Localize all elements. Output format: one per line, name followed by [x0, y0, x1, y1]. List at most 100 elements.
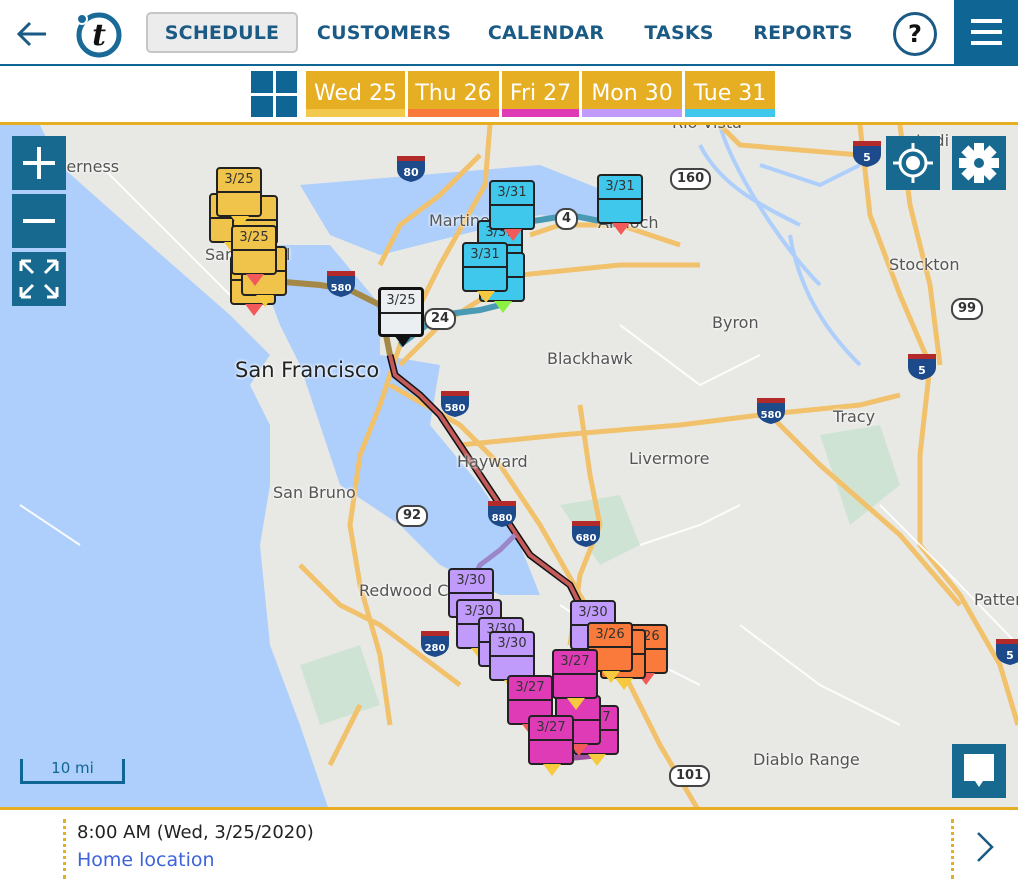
route-map[interactable]: Inverness San Rafael Martinez Antioch Ri… [0, 122, 1018, 810]
place-label: Hayward [457, 452, 528, 471]
day-selector-bar: Wed 25 Thu 26 Fri 27 Mon 30 Tue 31 [0, 66, 1018, 122]
day-tab-mon-30[interactable]: Mon 30 [582, 71, 682, 117]
day-color-bar [685, 109, 775, 117]
svg-text:5: 5 [863, 151, 871, 164]
day-tab-tue-31[interactable]: Tue 31 [685, 71, 775, 117]
place-label: Diablo Range [753, 750, 860, 769]
crosshair-icon [893, 143, 933, 183]
pin-date: 3/31 [599, 176, 641, 200]
tab-customers[interactable]: CUSTOMERS [317, 12, 451, 53]
tab-reports[interactable]: REPORTS [752, 12, 854, 53]
pin-date: 3/27 [530, 717, 572, 741]
day-color-bar [582, 109, 682, 117]
interstate-shield-icon: 280 [421, 631, 449, 657]
help-icon: ? [908, 20, 922, 48]
top-navigation-bar: t SCHEDULE CUSTOMERS CALENDAR TASKS REPO… [0, 0, 1018, 66]
pin-pointer [588, 754, 606, 766]
timeline-divider [63, 819, 66, 879]
pin-pointer [612, 223, 630, 235]
speech-bubble-icon [964, 754, 994, 787]
fit-to-view-button[interactable] [12, 252, 66, 306]
svg-text:5: 5 [918, 364, 926, 377]
place-label: Tracy [833, 407, 876, 426]
pin-pointer [477, 291, 495, 303]
all-days-grid-button[interactable] [251, 71, 297, 117]
grid-icon-cell [275, 71, 297, 93]
interstate-shield-icon: 5 [908, 354, 936, 380]
stop-location-link[interactable]: Home location [77, 849, 215, 871]
place-label: Rio Vista [672, 122, 742, 132]
route-shield: 99 [951, 298, 984, 320]
interstate-shield-icon: 680 [572, 521, 600, 547]
pin-date: 3/31 [464, 244, 506, 268]
interstate-shield-icon: 580 [327, 271, 355, 297]
plus-icon [23, 147, 55, 179]
pin-date: 3/30 [450, 570, 492, 594]
tab-calendar[interactable]: CALENDAR [485, 12, 607, 53]
interstate-shield-icon: 580 [441, 391, 469, 417]
svg-text:680: 680 [576, 533, 597, 544]
day-color-bar [306, 109, 405, 117]
interstate-shield-icon: 5 [853, 141, 881, 167]
tab-tasks[interactable]: TASKS [640, 12, 718, 53]
day-tab-wed-25[interactable]: Wed 25 [306, 71, 405, 117]
timeline-divider [951, 819, 954, 879]
interstate-shield-icon: 80 [397, 156, 425, 182]
appointment-pin[interactable]: 3/31 [489, 180, 535, 241]
appointment-pin[interactable]: 3/31 [462, 242, 508, 303]
svg-text:280: 280 [425, 643, 446, 654]
minus-icon [23, 219, 55, 223]
route-shield: 4 [555, 208, 579, 230]
place-label: Stockton [889, 255, 960, 274]
place-label: Livermore [629, 449, 710, 468]
day-color-bar [408, 109, 499, 117]
appointment-pin[interactable]: 3/25 [216, 167, 262, 228]
callout-toggle-button[interactable] [952, 744, 1006, 798]
pin-date: 3/25 [381, 290, 421, 314]
back-arrow-icon[interactable] [12, 14, 52, 54]
chevron-right-icon[interactable] [970, 829, 1000, 865]
svg-text:880: 880 [492, 513, 513, 524]
hamburger-icon-line [970, 30, 1002, 34]
zoom-in-button[interactable] [12, 136, 66, 190]
interstate-shield-icon: 580 [757, 398, 785, 424]
grid-icon-cell [251, 95, 273, 117]
pin-date: 3/25 [218, 169, 260, 193]
day-tab-thu-26[interactable]: Thu 26 [408, 71, 499, 117]
t-logo-icon[interactable]: t [72, 10, 124, 58]
hamburger-menu-button[interactable] [954, 0, 1018, 64]
pin-date: 3/31 [491, 182, 533, 206]
pin-date: 3/26 [589, 624, 631, 648]
appointment-pin[interactable]: 3/25 [231, 225, 277, 286]
appointment-pin[interactable]: 3/27 [552, 649, 598, 710]
appointment-pin[interactable]: 3/30 [489, 631, 535, 692]
day-color-bar [502, 109, 579, 117]
pin-pointer [494, 301, 512, 313]
stop-details-footer: 8:00 AM (Wed, 3/25/2020) Home location [0, 813, 1018, 883]
appointment-pin[interactable]: 3/31 [597, 174, 643, 235]
help-button[interactable]: ? [893, 12, 937, 56]
svg-text:580: 580 [445, 403, 466, 414]
route-shield: 101 [669, 765, 711, 787]
svg-text:5: 5 [1006, 649, 1014, 662]
route-shield: 160 [670, 168, 712, 190]
place-label: Byron [712, 313, 759, 332]
grid-icon-cell [275, 95, 297, 117]
appointment-pin[interactable]: 3/25 [378, 287, 424, 347]
place-label: Blackhawk [547, 349, 633, 368]
pin-pointer [256, 295, 274, 307]
day-tab-fri-27[interactable]: Fri 27 [502, 71, 579, 117]
route-shield: 92 [396, 505, 429, 527]
appointment-pin[interactable]: 3/27 [528, 715, 574, 776]
pin-pointer [394, 335, 412, 347]
gear-icon [959, 143, 999, 183]
map-settings-button[interactable] [952, 136, 1006, 190]
pin-pointer [567, 698, 585, 710]
svg-text:t: t [92, 18, 106, 53]
tab-schedule[interactable]: SCHEDULE [146, 12, 298, 53]
pin-date: 3/25 [233, 227, 275, 251]
locate-me-button[interactable] [886, 136, 940, 190]
zoom-out-button[interactable] [12, 194, 66, 248]
pin-date: 3/27 [554, 651, 596, 675]
hamburger-icon-line [970, 41, 1002, 45]
